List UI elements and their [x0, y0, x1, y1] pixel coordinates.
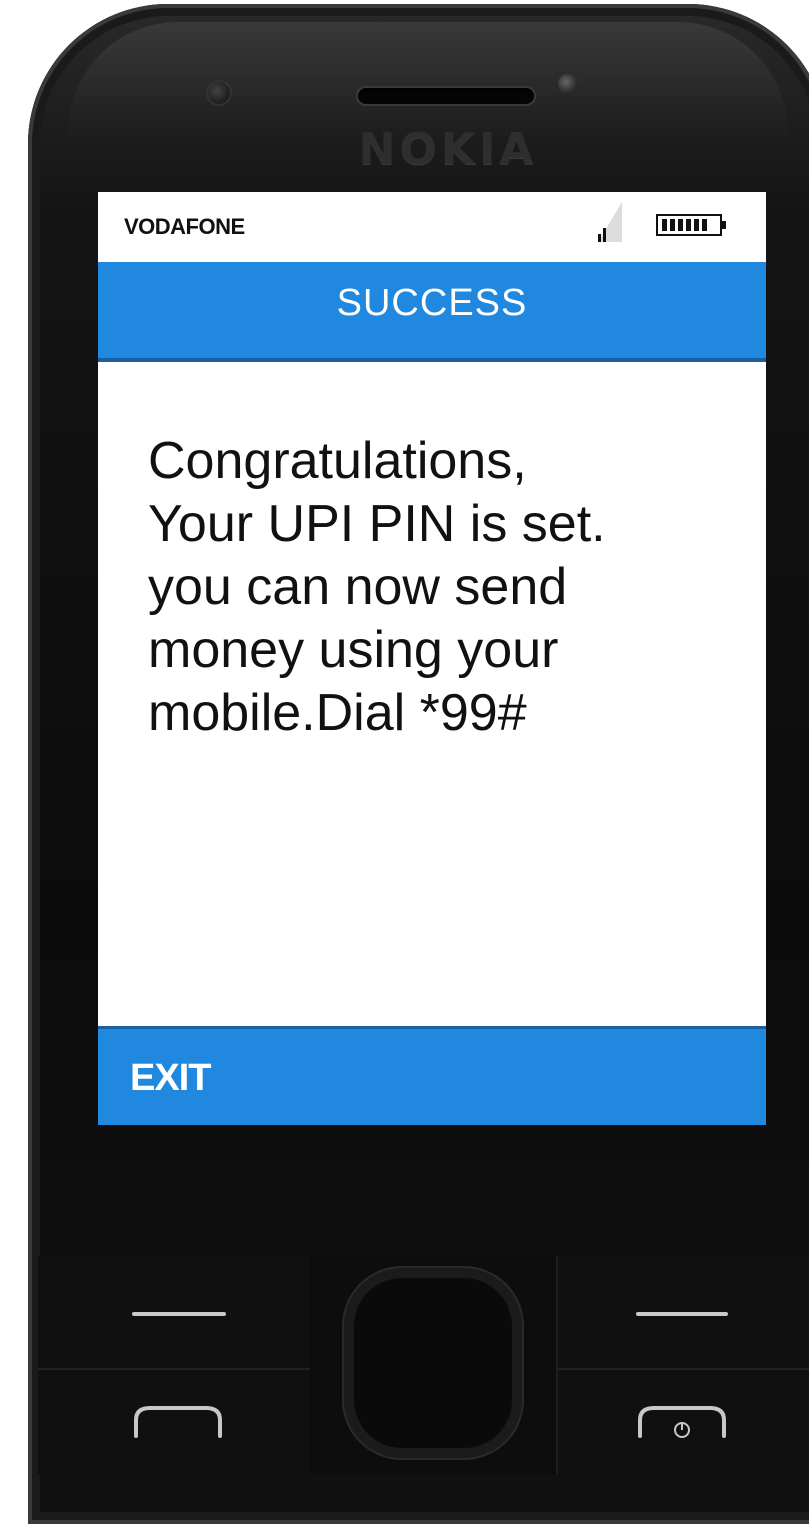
key-divider-left	[38, 1368, 310, 1370]
message-line: mobile.Dial *99#	[148, 684, 527, 742]
power-end-icon[interactable]	[636, 1400, 728, 1440]
message-line: you can now send	[148, 558, 568, 616]
signal-icon	[598, 202, 622, 242]
brand-logo: NOKIA	[358, 124, 538, 175]
right-softkey-dash-icon	[636, 1312, 728, 1316]
call-icon[interactable]	[132, 1400, 224, 1440]
softkey-bar: EXIT	[98, 1026, 766, 1125]
navigation-pad[interactable]	[344, 1268, 522, 1458]
key-divider-right	[556, 1368, 809, 1370]
left-soft-key[interactable]	[38, 1256, 312, 1474]
proximity-sensor	[206, 80, 232, 106]
left-softkey-dash-icon	[132, 1312, 226, 1316]
message-line: Your UPI PIN is set.	[148, 495, 606, 553]
exit-softkey[interactable]: EXIT	[130, 1057, 211, 1100]
phone-screen: VODAFONE SUCCESS Congratulations, Your UP…	[98, 192, 766, 1125]
battery-icon	[656, 214, 726, 236]
title-bar: SUCCESS	[98, 262, 766, 362]
message-line: Congratulations,	[148, 432, 527, 490]
carrier-name: VODAFONE	[124, 214, 245, 239]
status-bar: VODAFONE	[98, 192, 766, 262]
message-line: money using your	[148, 621, 559, 679]
success-message: Congratulations, Your UPI PIN is set. you …	[148, 430, 748, 745]
screen-title: SUCCESS	[336, 282, 528, 324]
earpiece-speaker	[356, 86, 536, 106]
front-camera	[558, 74, 578, 94]
right-soft-key[interactable]	[556, 1256, 809, 1474]
